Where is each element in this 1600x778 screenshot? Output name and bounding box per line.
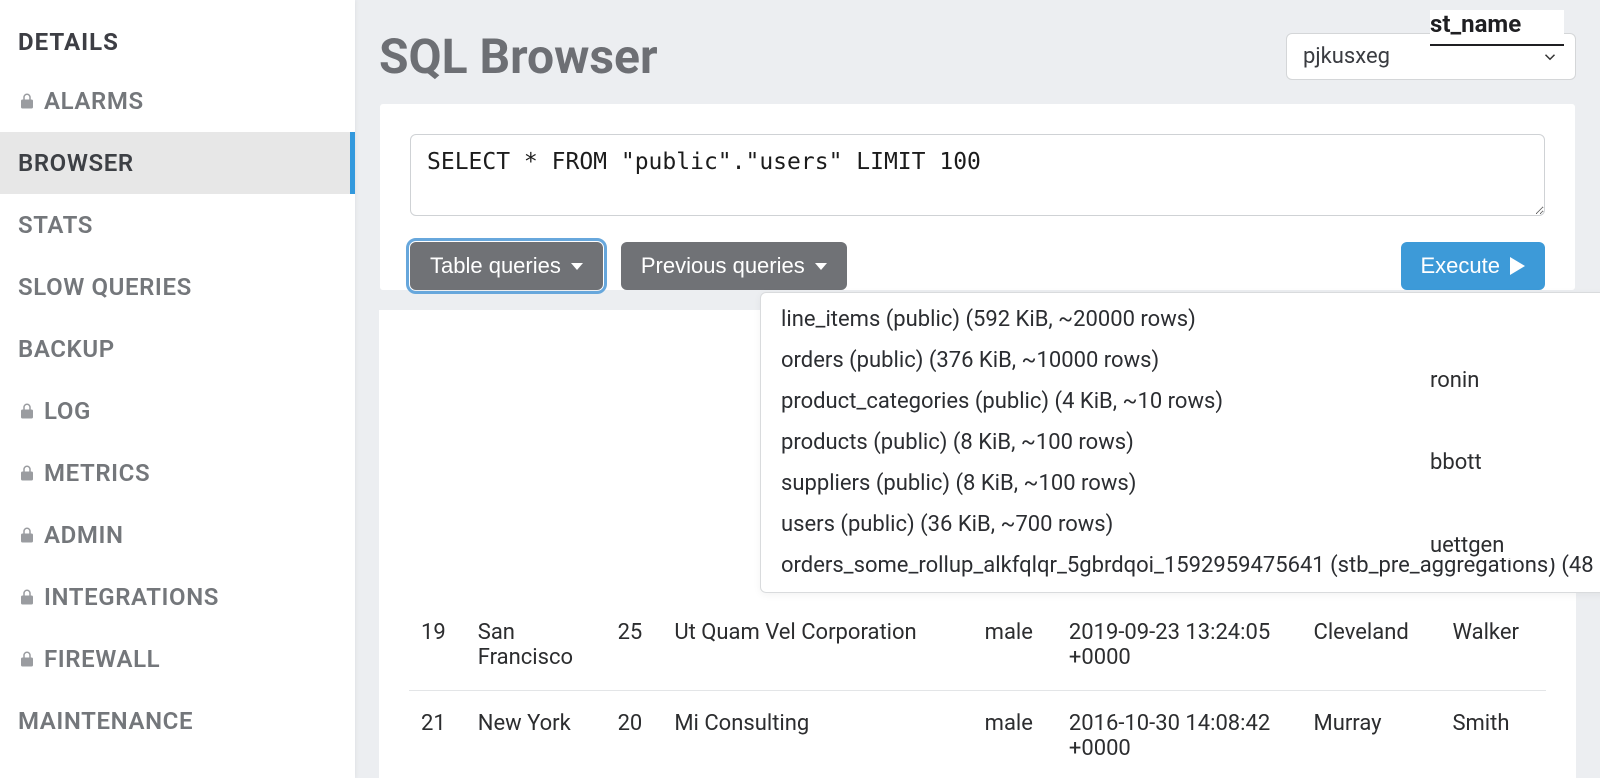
sidebar-item-label: BROWSER	[18, 149, 134, 177]
last-name-cell-fragment: ronin	[1430, 368, 1564, 393]
cell-last-name: Walker	[1440, 600, 1546, 691]
cell-city: New York	[466, 691, 606, 778]
sidebar-item-integrations[interactable]: INTEGRATIONS	[0, 566, 355, 628]
last-name-header-fragment: st_name	[1430, 10, 1564, 46]
cell-created-at: 2016-10-30 14:08:42 +0000	[1057, 691, 1302, 778]
sidebar-item-alarms[interactable]: ALARMS	[0, 70, 355, 132]
lock-icon	[18, 524, 36, 546]
sidebar-item-label: ADMIN	[44, 521, 124, 549]
sidebar-item-label: BACKUP	[18, 335, 115, 363]
cell-first-name: Murray	[1302, 691, 1441, 778]
sidebar-item-label: STATS	[18, 211, 93, 239]
lock-icon	[18, 586, 36, 608]
last-name-cell-fragment: bbott	[1430, 450, 1564, 475]
lock-icon	[18, 648, 36, 670]
page-title: SQL Browser	[379, 28, 658, 85]
button-label: Previous queries	[641, 253, 805, 279]
sidebar-item-label: SLOW QUERIES	[18, 273, 192, 301]
button-label: Execute	[1421, 253, 1501, 279]
sidebar-item-admin[interactable]: ADMIN	[0, 504, 355, 566]
sidebar-item-label: FIREWALL	[44, 645, 160, 673]
dropdown-item[interactable]: line_items (public) (592 KiB, ~20000 row…	[761, 299, 1600, 340]
sidebar-item-metrics[interactable]: METRICS	[0, 442, 355, 504]
lock-icon	[18, 90, 36, 112]
sidebar-item-label: METRICS	[44, 459, 150, 487]
lock-icon	[18, 462, 36, 484]
cell-age: 20	[606, 691, 663, 778]
cell-created-at: 2019-09-23 13:24:05 +0000	[1057, 600, 1302, 691]
caret-down-icon	[571, 263, 583, 270]
sidebar-item-maintenance[interactable]: MAINTENANCE	[0, 690, 355, 752]
table-row[interactable]: 21 New York 20 Mi Consulting male 2016-1…	[409, 691, 1546, 778]
sidebar-item-slow-queries[interactable]: SLOW QUERIES	[0, 256, 355, 318]
execute-button[interactable]: Execute	[1401, 242, 1546, 290]
cell-id: 19	[409, 600, 466, 691]
button-label: Table queries	[430, 253, 561, 279]
database-select-value: pjkusxeg	[1303, 44, 1390, 69]
sidebar-item-backup[interactable]: BACKUP	[0, 318, 355, 380]
cell-first-name: Cleveland	[1302, 600, 1441, 691]
sidebar-item-stats[interactable]: STATS	[0, 194, 355, 256]
cell-gender: male	[973, 600, 1057, 691]
lock-icon	[18, 400, 36, 422]
cell-age: 25	[606, 600, 663, 691]
sidebar-item-label: LOG	[44, 397, 91, 425]
sidebar-item-browser[interactable]: BROWSER	[0, 132, 355, 194]
cell-company: Mi Consulting	[662, 691, 972, 778]
previous-queries-button[interactable]: Previous queries	[621, 242, 847, 290]
query-toolbar: Table queries Previous queries Execute	[410, 220, 1545, 290]
sql-input[interactable]	[410, 134, 1545, 216]
last-name-cell-fragment: uettgen	[1430, 533, 1564, 558]
cell-id: 21	[409, 691, 466, 778]
cell-city: San Francisco	[466, 600, 606, 691]
sidebar-item-label: MAINTENANCE	[18, 707, 193, 735]
caret-down-icon	[815, 263, 827, 270]
sidebar: DETAILS ALARMS BROWSER STATS SLOW QUERIE…	[0, 0, 355, 778]
sidebar-item-label: INTEGRATIONS	[44, 583, 219, 611]
cell-gender: male	[973, 691, 1057, 778]
sidebar-item-firewall[interactable]: FIREWALL	[0, 628, 355, 690]
table-queries-button[interactable]: Table queries	[410, 242, 603, 290]
query-panel: Table queries Previous queries Execute	[379, 103, 1576, 291]
main: SQL Browser pjkusxeg Table queries Previ…	[355, 0, 1600, 778]
main-header: SQL Browser pjkusxeg	[379, 0, 1576, 103]
cell-company: Ut Quam Vel Corporation	[662, 600, 972, 691]
sidebar-item-label: ALARMS	[44, 87, 144, 115]
chevron-down-icon	[1541, 48, 1559, 66]
sidebar-item-log[interactable]: LOG	[0, 380, 355, 442]
table-row[interactable]: 19 San Francisco 25 Ut Quam Vel Corporat…	[409, 600, 1546, 691]
play-icon	[1510, 257, 1525, 275]
cell-last-name: Smith	[1440, 691, 1546, 778]
sidebar-header: DETAILS	[0, 0, 355, 70]
